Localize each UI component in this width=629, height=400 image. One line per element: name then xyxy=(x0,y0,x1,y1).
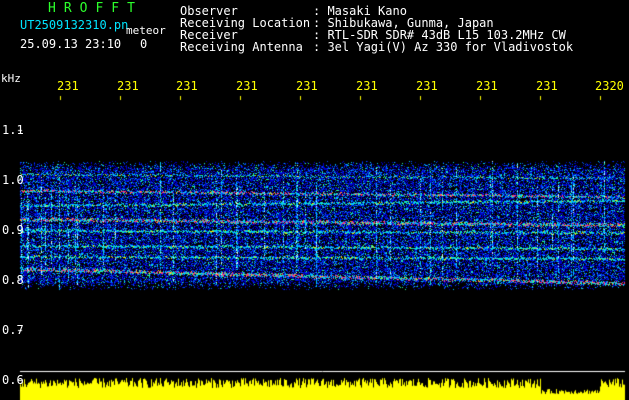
time-tick-label: 231 xyxy=(57,79,79,93)
time-tick-label: 231 xyxy=(476,79,498,93)
time-tick-label: 231 xyxy=(236,79,258,93)
time-tick-label: 231 xyxy=(117,79,139,93)
time-tick-label: 231 xyxy=(536,79,558,93)
y-tick-label: 0.9 xyxy=(2,223,24,237)
info-label-antenna: Receiving Antenna xyxy=(180,40,303,54)
y-tick-label: 0.7 xyxy=(2,323,24,337)
spectrogram-canvas xyxy=(0,0,629,400)
file-name: UT2509132310.pn xyxy=(20,18,129,32)
y-axis-unit: kHz xyxy=(1,72,21,85)
info-value-antenna: : 3el Yagi(V) Az 330 for Vladivostok xyxy=(313,40,574,54)
y-tick-label: 1.1 xyxy=(2,123,24,137)
file-type-label: meteor xyxy=(126,24,166,37)
time-tick-label: 2320 xyxy=(595,79,624,93)
y-tick-label: 1.0 xyxy=(2,173,24,187)
y-tick-label: 0.8 xyxy=(2,273,24,287)
time-tick-label: 231 xyxy=(176,79,198,93)
y-tick-label: 0.6 xyxy=(2,373,24,387)
time-tick-label: 231 xyxy=(296,79,318,93)
time-tick-label: 231 xyxy=(356,79,378,93)
time-tick-label: 231 xyxy=(416,79,438,93)
file-counter: 0 xyxy=(140,37,148,51)
file-datetime: 25.09.13 23:10 xyxy=(20,37,122,51)
app-title: HROFFT xyxy=(48,1,143,16)
